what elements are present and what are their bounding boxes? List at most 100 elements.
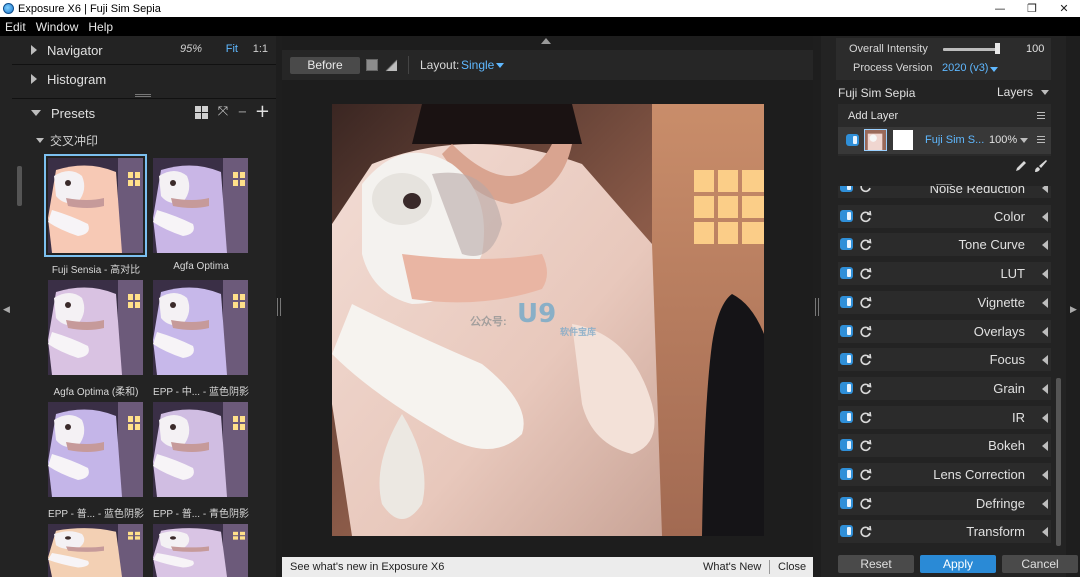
reset-button[interactable]: Reset xyxy=(838,555,914,573)
adjustment-panel-lens-correction[interactable]: Lens Correction xyxy=(838,463,1051,486)
before-button[interactable]: Before xyxy=(290,57,360,74)
reset-icon[interactable] xyxy=(859,210,872,223)
toggle-icon[interactable] xyxy=(840,209,853,222)
square-icon[interactable] xyxy=(366,59,378,71)
preset-thumbnail[interactable] xyxy=(48,280,143,375)
chevron-left-icon[interactable] xyxy=(1042,470,1048,480)
preset-thumbnail[interactable] xyxy=(153,158,248,253)
layer-mask[interactable] xyxy=(893,130,913,150)
preset-thumbnail[interactable] xyxy=(153,524,248,577)
chevron-down-icon[interactable] xyxy=(1020,138,1028,143)
toggle-icon[interactable] xyxy=(840,267,853,280)
layer-opacity[interactable]: 100% xyxy=(989,134,1017,146)
histogram-header[interactable]: Histogram xyxy=(12,65,276,93)
add-layer-button[interactable]: Add Layer xyxy=(848,110,898,122)
adjustment-panel-ir[interactable]: IR xyxy=(838,405,1051,429)
menu-edit[interactable]: Edit xyxy=(0,20,31,34)
slider-handle[interactable] xyxy=(995,43,1000,54)
chevron-left-icon[interactable] xyxy=(1042,412,1048,423)
close-window-button[interactable]: ✕ xyxy=(1048,2,1080,15)
preset-group-header[interactable]: 交叉冲印 xyxy=(36,132,98,149)
preset-thumbnail[interactable] xyxy=(44,154,147,257)
menu-window[interactable]: Window xyxy=(31,20,84,34)
toggle-icon[interactable] xyxy=(840,439,853,452)
plus-icon[interactable]: + xyxy=(255,103,270,121)
preset-thumbnail[interactable] xyxy=(153,280,248,375)
navigator-header[interactable]: Navigator 95% Fit 1:1 xyxy=(12,36,276,64)
adjustment-panel-transform[interactable]: Transform xyxy=(838,520,1051,544)
navigator-one-to-one[interactable]: 1:1 xyxy=(253,43,268,55)
toggle-icon[interactable] xyxy=(840,324,853,337)
toggle-icon[interactable] xyxy=(840,525,853,538)
apply-button[interactable]: Apply xyxy=(920,555,996,573)
navigator-fit[interactable]: Fit xyxy=(226,43,238,55)
chevron-left-icon[interactable] xyxy=(1042,186,1048,193)
toggle-icon[interactable] xyxy=(840,410,853,423)
chevron-left-icon[interactable] xyxy=(1042,240,1048,251)
chevron-left-icon[interactable] xyxy=(1042,355,1048,366)
adjustment-panel-vignette[interactable]: Vignette xyxy=(838,290,1051,314)
toggle-icon[interactable] xyxy=(840,295,853,308)
right-scrollbar[interactable] xyxy=(1056,378,1061,546)
chevron-left-icon[interactable] xyxy=(1042,269,1048,280)
reset-icon[interactable] xyxy=(859,296,872,309)
reset-icon[interactable] xyxy=(859,238,872,251)
process-version-dropdown[interactable]: 2020 (v3) xyxy=(942,62,988,74)
chevron-left-icon[interactable] xyxy=(1042,326,1048,337)
split-view-icon[interactable] xyxy=(385,59,398,72)
overall-intensity-slider[interactable] xyxy=(943,48,999,51)
reset-icon[interactable] xyxy=(859,411,872,424)
reset-icon[interactable] xyxy=(859,525,872,538)
toggle-icon[interactable] xyxy=(840,238,853,251)
right-panel-toggle[interactable]: ▶ xyxy=(1066,36,1080,577)
layer-visibility-toggle[interactable] xyxy=(846,134,859,146)
preset-scrollbar[interactable] xyxy=(17,166,22,206)
chevron-left-icon[interactable] xyxy=(1042,498,1048,509)
reset-icon[interactable] xyxy=(859,353,872,366)
chevron-down-icon[interactable] xyxy=(990,67,998,72)
whats-new-link[interactable]: What's New xyxy=(703,561,761,573)
reset-icon[interactable] xyxy=(859,497,872,510)
brush-icon[interactable] xyxy=(1034,159,1048,173)
toggle-icon[interactable] xyxy=(840,353,853,366)
adjustment-panel-bokeh[interactable]: Bokeh xyxy=(838,434,1051,458)
hamburger-icon[interactable] xyxy=(1037,112,1045,119)
collapse-icon[interactable]: ⤧ xyxy=(216,105,230,119)
reset-icon[interactable] xyxy=(859,439,872,452)
toggle-icon[interactable] xyxy=(840,496,853,509)
chevron-left-icon[interactable] xyxy=(1042,211,1048,222)
layer-thumbnail[interactable] xyxy=(864,129,887,151)
chevron-down-icon[interactable] xyxy=(496,63,504,68)
chevron-left-icon[interactable] xyxy=(1042,297,1048,308)
panel-resize-handle[interactable] xyxy=(135,94,151,97)
adjustment-panel-defringe[interactable]: Defringe xyxy=(838,491,1051,515)
preset-thumbnail[interactable] xyxy=(48,524,143,577)
grid-view-icon[interactable] xyxy=(194,105,208,119)
chevron-down-icon[interactable] xyxy=(1041,90,1049,95)
layer-name[interactable]: Fuji Sim S... xyxy=(925,134,984,146)
left-panel-toggle[interactable]: ◀ xyxy=(0,36,12,577)
preset-thumbnail[interactable] xyxy=(153,402,248,497)
close-news-button[interactable]: Close xyxy=(778,561,806,573)
preset-thumbnail[interactable] xyxy=(48,402,143,497)
toggle-icon[interactable] xyxy=(840,381,853,394)
reset-icon[interactable] xyxy=(859,186,872,193)
adjustment-panel-overlays[interactable]: Overlays xyxy=(838,319,1051,343)
adjustment-panel-grain[interactable]: Grain xyxy=(838,376,1051,400)
chevron-left-icon[interactable] xyxy=(1042,383,1048,394)
pencil-icon[interactable] xyxy=(1014,159,1028,173)
toggle-icon[interactable] xyxy=(840,186,853,192)
toggle-icon[interactable] xyxy=(840,468,853,480)
reset-icon[interactable] xyxy=(859,468,872,481)
layers-dropdown[interactable]: Layers xyxy=(997,85,1033,99)
navigator-zoom[interactable]: 95% xyxy=(180,43,202,55)
chevron-left-icon[interactable] xyxy=(1042,527,1048,538)
adjustment-panel-noise-reduction[interactable]: Noise Reduction xyxy=(838,186,1051,198)
menu-help[interactable]: Help xyxy=(83,20,118,34)
presets-header[interactable]: Presets ⤧ – + xyxy=(12,99,276,127)
adjustment-panel-tone-curve[interactable]: Tone Curve xyxy=(838,233,1051,257)
adjustment-panel-color[interactable]: Color xyxy=(838,204,1051,228)
cancel-button[interactable]: Cancel xyxy=(1002,555,1078,573)
reset-icon[interactable] xyxy=(859,382,872,395)
hamburger-icon[interactable] xyxy=(1037,136,1045,143)
